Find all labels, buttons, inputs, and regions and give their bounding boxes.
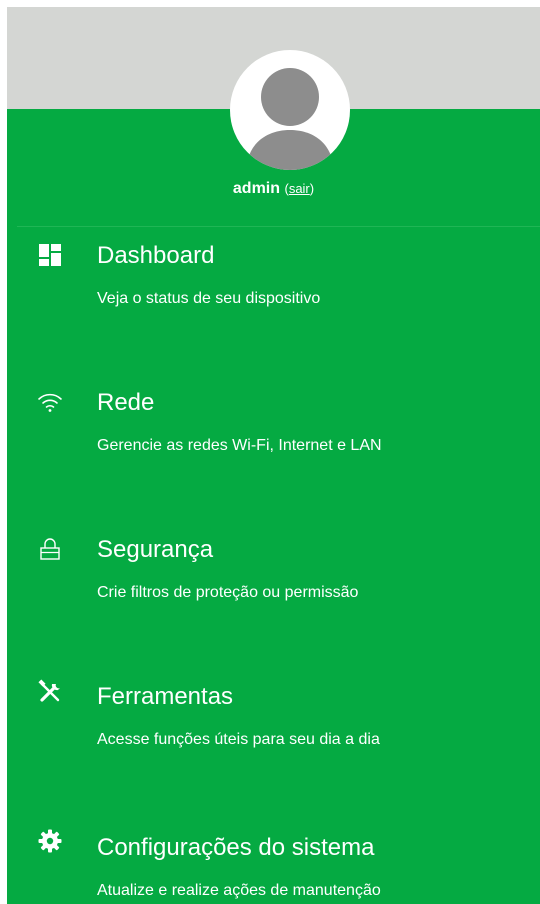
menu-item-title: Rede bbox=[97, 389, 155, 416]
menu-item-title: Configurações do sistema bbox=[97, 834, 375, 861]
tools-icon bbox=[38, 679, 60, 702]
logout-link[interactable]: sair bbox=[289, 181, 310, 196]
menu-item-description: Atualize e realize ações de manutenção bbox=[97, 882, 381, 899]
menu-item-rede[interactable]: Rede Gerencie as redes Wi-Fi, Internet e… bbox=[7, 379, 540, 499]
menu-item-dashboard[interactable]: Dashboard Veja o status de seu dispositi… bbox=[7, 232, 540, 352]
menu-item-description: Crie filtros de proteção ou permissão bbox=[97, 584, 359, 601]
lock-icon bbox=[40, 538, 60, 560]
dashboard-icon bbox=[39, 244, 61, 266]
divider bbox=[17, 226, 540, 227]
menu-item-description: Veja o status de seu dispositivo bbox=[97, 290, 321, 307]
user-info: admin (sair) bbox=[7, 180, 540, 198]
menu-item-title: Segurança bbox=[97, 536, 214, 563]
menu-item-title: Ferramentas bbox=[97, 683, 234, 710]
user-silhouette-icon bbox=[246, 68, 334, 170]
menu-item-configuracoes[interactable]: Configurações do sistema Atualize e real… bbox=[7, 820, 540, 904]
menu-item-title: Dashboard bbox=[97, 242, 215, 269]
username: admin bbox=[232, 180, 281, 197]
menu-item-ferramentas[interactable]: Ferramentas Acesse funções úteis para se… bbox=[7, 673, 540, 793]
sidebar-panel: admin (sair) Dashboard Veja o status de … bbox=[7, 7, 540, 904]
logout-close-paren: ) bbox=[309, 181, 315, 196]
avatar bbox=[230, 50, 350, 170]
gear-icon bbox=[38, 829, 62, 853]
menu-item-seguranca[interactable]: Segurança Crie filtros de proteção ou pe… bbox=[7, 526, 540, 646]
menu-item-description: Acesse funções úteis para seu dia a dia bbox=[97, 731, 380, 748]
menu-item-description: Gerencie as redes Wi-Fi, Internet e LAN bbox=[97, 437, 382, 454]
wifi-icon bbox=[38, 393, 62, 412]
